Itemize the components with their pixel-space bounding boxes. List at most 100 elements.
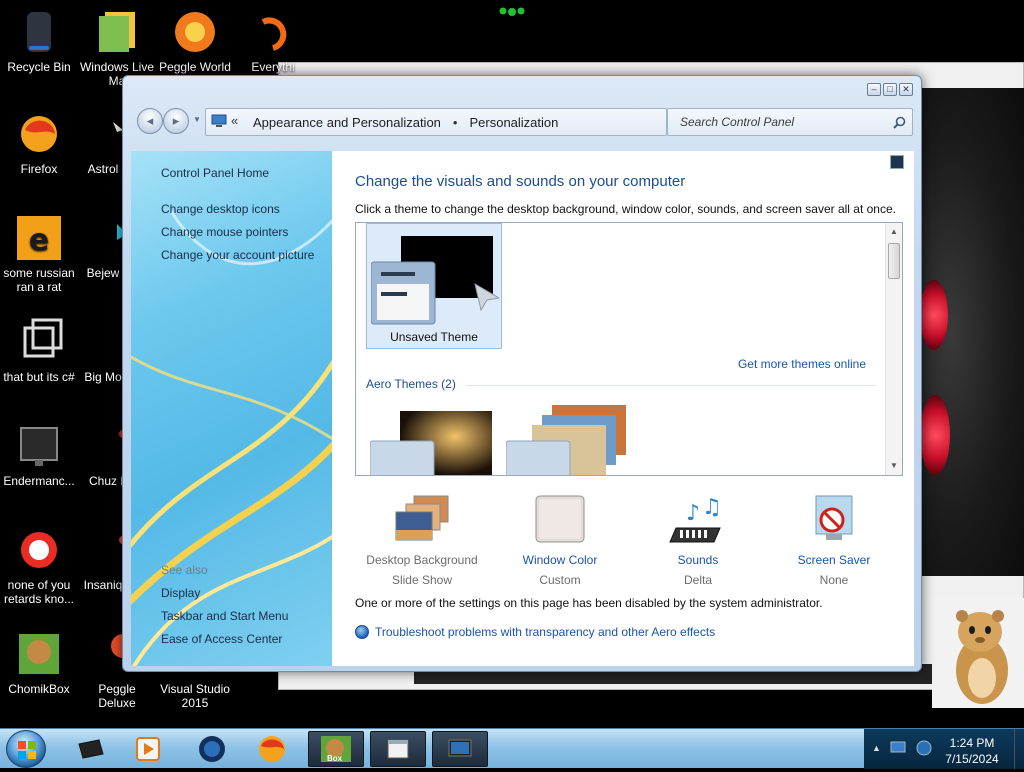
taskbar-chomikbox[interactable]: Box: [308, 731, 364, 767]
media-center-icon: [78, 739, 104, 759]
forward-arrow-icon: ▸: [172, 113, 180, 128]
desktop-icon-recycle-bin[interactable]: Recycle Bin: [0, 8, 78, 74]
page-heading: Change the visuals and sounds on your co…: [355, 173, 686, 190]
clock[interactable]: 1:24 PM 7/15/2024: [934, 735, 1010, 767]
desktop-icon-firefox[interactable]: Firefox: [0, 110, 78, 176]
recent-pages-dropdown-icon[interactable]: ▼: [193, 115, 201, 124]
aero-themes-group-label: Aero Themes (2): [366, 377, 456, 391]
folder-window-icon: [387, 739, 409, 759]
aero-theme-tile-1[interactable]: [370, 411, 494, 475]
desktop-background-label: Desktop Background: [366, 553, 478, 567]
desktop-background-value: Slide Show: [391, 573, 453, 587]
desktop-icon-endermanch[interactable]: Endermanc...: [0, 422, 78, 488]
search-input[interactable]: [668, 109, 878, 135]
page-description: Click a theme to change the desktop back…: [355, 202, 896, 216]
taskbar-start-menu-link[interactable]: Taskbar and Start Menu: [161, 609, 288, 623]
wallpaper-rose: [920, 280, 948, 350]
theme-preview: [371, 236, 499, 325]
windows-logo-icon: [18, 741, 36, 759]
close-button[interactable]: ✕: [899, 83, 913, 96]
none-of-you-icon: [15, 526, 63, 574]
svg-text:♫: ♫: [702, 495, 722, 520]
screen-saver-icon: [804, 494, 864, 546]
screen-saver-item[interactable]: Screen Saver None: [764, 494, 904, 587]
clock-time: 1:24 PM: [949, 736, 995, 750]
breadcrumb: Appearance and Personalization • Persona…: [253, 110, 705, 134]
search-container: [667, 108, 913, 136]
change-account-picture-link[interactable]: Change your account picture: [161, 248, 314, 262]
change-mouse-pointers-link[interactable]: Change mouse pointers: [161, 225, 288, 239]
help-icon[interactable]: [890, 155, 904, 169]
forward-button[interactable]: ▸: [163, 108, 189, 134]
everything-icon: [249, 8, 297, 56]
taskbar-app-3[interactable]: [184, 731, 240, 767]
sounds-item[interactable]: ♪ ♫ Sounds Delta: [628, 494, 768, 587]
start-button[interactable]: [6, 730, 46, 768]
svg-text:♪: ♪: [686, 501, 700, 526]
theme-list: Unsaved Theme Get more themes online Aer…: [355, 222, 903, 476]
firefox-icon: [15, 110, 63, 158]
title-bar-buttons: – □ ✕: [867, 83, 913, 96]
desktop-icon-russian-file[interactable]: e some russian ran a rat: [0, 214, 78, 294]
maximize-button[interactable]: □: [883, 83, 897, 96]
sounds-value: Delta: [683, 573, 712, 587]
window-color-item[interactable]: Window Color Custom: [490, 494, 630, 587]
breadcrumb-separator: •: [452, 114, 458, 130]
admin-disabled-message: One or more of the settings on this page…: [355, 596, 823, 610]
taskbar-explorer[interactable]: [370, 731, 426, 767]
breadcrumb-overflow-icon[interactable]: «: [231, 113, 238, 128]
back-arrow-icon: ◂: [146, 113, 154, 128]
breadcrumb-personalization[interactable]: Personalization: [469, 115, 558, 130]
desktop-icon-shortcut[interactable]: that but its c#: [0, 318, 78, 384]
ease-of-access-link[interactable]: Ease of Access Center: [161, 632, 282, 646]
desktop-background-item[interactable]: Desktop Background Slide Show: [352, 494, 492, 587]
window-color-value: Custom: [539, 573, 581, 587]
breadcrumb-appearance[interactable]: Appearance and Personalization: [253, 115, 441, 130]
theme-list-scrollbar[interactable]: ▲ ▼: [885, 223, 902, 475]
hamster-icon[interactable]: [932, 598, 1024, 708]
action-center-icon[interactable]: [890, 741, 906, 755]
screen-saver-label: Screen Saver: [797, 553, 871, 567]
show-hidden-icons-icon[interactable]: ▲: [872, 743, 881, 753]
troubleshoot-text: Troubleshoot problems with transparency …: [375, 625, 716, 639]
taskbar-app-1[interactable]: [62, 731, 118, 767]
taskbar-firefox[interactable]: [244, 731, 300, 767]
unsaved-theme-label: Unsaved Theme: [390, 330, 478, 344]
content-pane: Change the visuals and sounds on your co…: [332, 151, 914, 666]
scroll-down-icon[interactable]: ▼: [890, 461, 898, 470]
globe-icon: [199, 736, 225, 762]
back-button[interactable]: ◂: [137, 108, 163, 134]
taskbar-app-2[interactable]: [120, 731, 176, 767]
scroll-thumb[interactable]: [888, 243, 900, 279]
control-panel-icon: [211, 114, 227, 127]
chomikbox-icon: [15, 630, 63, 678]
minimize-button[interactable]: –: [867, 83, 881, 96]
aero-themes-divider: [466, 385, 876, 386]
desktop-icon-chomikbox[interactable]: ChomikBox: [0, 630, 78, 696]
network-icon[interactable]: [916, 740, 932, 756]
taskbar-control-panel[interactable]: [432, 731, 488, 767]
media-player-icon: [136, 737, 160, 761]
personalization-window[interactable]: – □ ✕ ◂ ▸ ▼ « Appearance and Personaliza…: [122, 75, 922, 672]
russian-file-icon: e: [15, 214, 63, 262]
see-also-heading: See also: [161, 563, 208, 577]
search-icon[interactable]: [893, 116, 906, 129]
scroll-up-icon[interactable]: ▲: [890, 227, 898, 236]
desktop-icon-everything[interactable]: Everythi: [234, 8, 312, 74]
shortcut-icon: [15, 318, 63, 366]
wallpaper-rose: [920, 395, 950, 475]
aero-theme-tile-2[interactable]: [506, 405, 630, 475]
window-color-label: Window Color: [522, 553, 598, 567]
desktop-icon-peggle-world[interactable]: Peggle World: [156, 8, 234, 74]
control-panel-home-link[interactable]: Control Panel Home: [161, 166, 269, 180]
desktop-icon-none-of-you[interactable]: none of you retards kno...: [0, 526, 78, 606]
show-desktop-button[interactable]: [1014, 729, 1024, 769]
window-color-icon: [530, 494, 590, 546]
unsaved-theme-tile[interactable]: Unsaved Theme: [366, 223, 502, 349]
display-link[interactable]: Display: [161, 586, 200, 600]
get-more-themes-link[interactable]: Get more themes online: [738, 357, 866, 371]
change-desktop-icons-link[interactable]: Change desktop icons: [161, 202, 280, 216]
chomikbox-label: Box: [327, 754, 343, 763]
windows-live-icon: [93, 8, 141, 56]
troubleshoot-link[interactable]: Troubleshoot problems with transparency …: [355, 625, 715, 639]
